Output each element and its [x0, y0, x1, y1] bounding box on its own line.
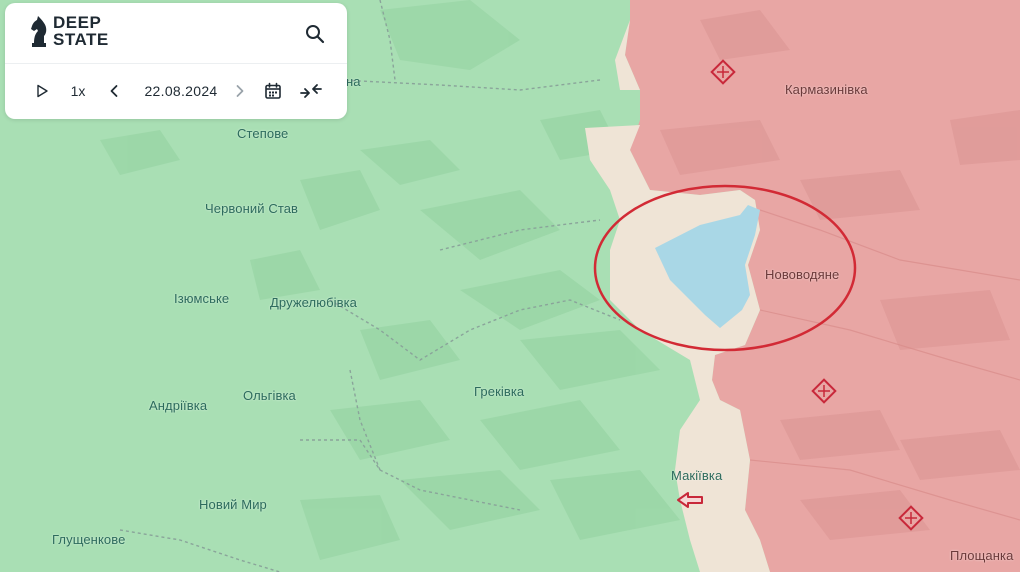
next-date-button[interactable] — [231, 79, 249, 103]
collapse-arrows-icon — [300, 84, 322, 98]
place-label-hlushchenkove: Глущенкове — [52, 532, 126, 547]
place-label-karmazynivka: Кармазинівка — [785, 82, 868, 97]
date-display[interactable]: 22.08.2024 — [131, 79, 231, 103]
calendar-icon — [265, 82, 281, 99]
place-label-druzheliubivka: Дружелюбівка — [270, 295, 358, 310]
search-button[interactable] — [303, 22, 327, 46]
speed-button[interactable]: 1x — [65, 79, 91, 103]
logo-line2: STATE — [53, 30, 109, 49]
logo-text: DEEP STATE — [53, 14, 109, 48]
search-icon — [306, 25, 325, 44]
panel-divider — [5, 63, 347, 64]
place-label-izyumske: Ізюмське — [174, 291, 230, 306]
place-label-novyi-myr: Новий Мир — [199, 497, 267, 512]
calendar-button[interactable] — [262, 79, 284, 103]
place-label-stepove: Степове — [237, 126, 289, 141]
logo-line1: DEEP — [53, 13, 102, 32]
place-label-olhivka: Ольгівка — [243, 388, 296, 403]
place-label-andriivka: Андріївка — [149, 398, 208, 413]
play-icon — [37, 84, 48, 98]
place-label-chervonyi-stav: Червоний Став — [205, 201, 299, 216]
place-label-partial: на — [346, 74, 361, 89]
place-label-novovodiane: Нововодяне — [765, 267, 840, 282]
chevron-right-icon — [236, 85, 244, 97]
knight-logo-icon — [31, 16, 47, 47]
play-button[interactable] — [32, 79, 52, 103]
place-label-ploshchanka: Площанка — [950, 548, 1014, 563]
prev-date-button[interactable] — [105, 79, 123, 103]
deepstate-logo[interactable]: DEEP STATE — [29, 14, 109, 48]
collapse-button[interactable] — [298, 79, 324, 103]
place-label-hrekivka: Греківка — [474, 384, 525, 399]
place-label-makiivka: Макіївка — [671, 468, 723, 483]
chevron-left-icon — [110, 85, 118, 97]
control-panel: DEEP STATE 1x 22.08.2024 — [5, 3, 347, 119]
